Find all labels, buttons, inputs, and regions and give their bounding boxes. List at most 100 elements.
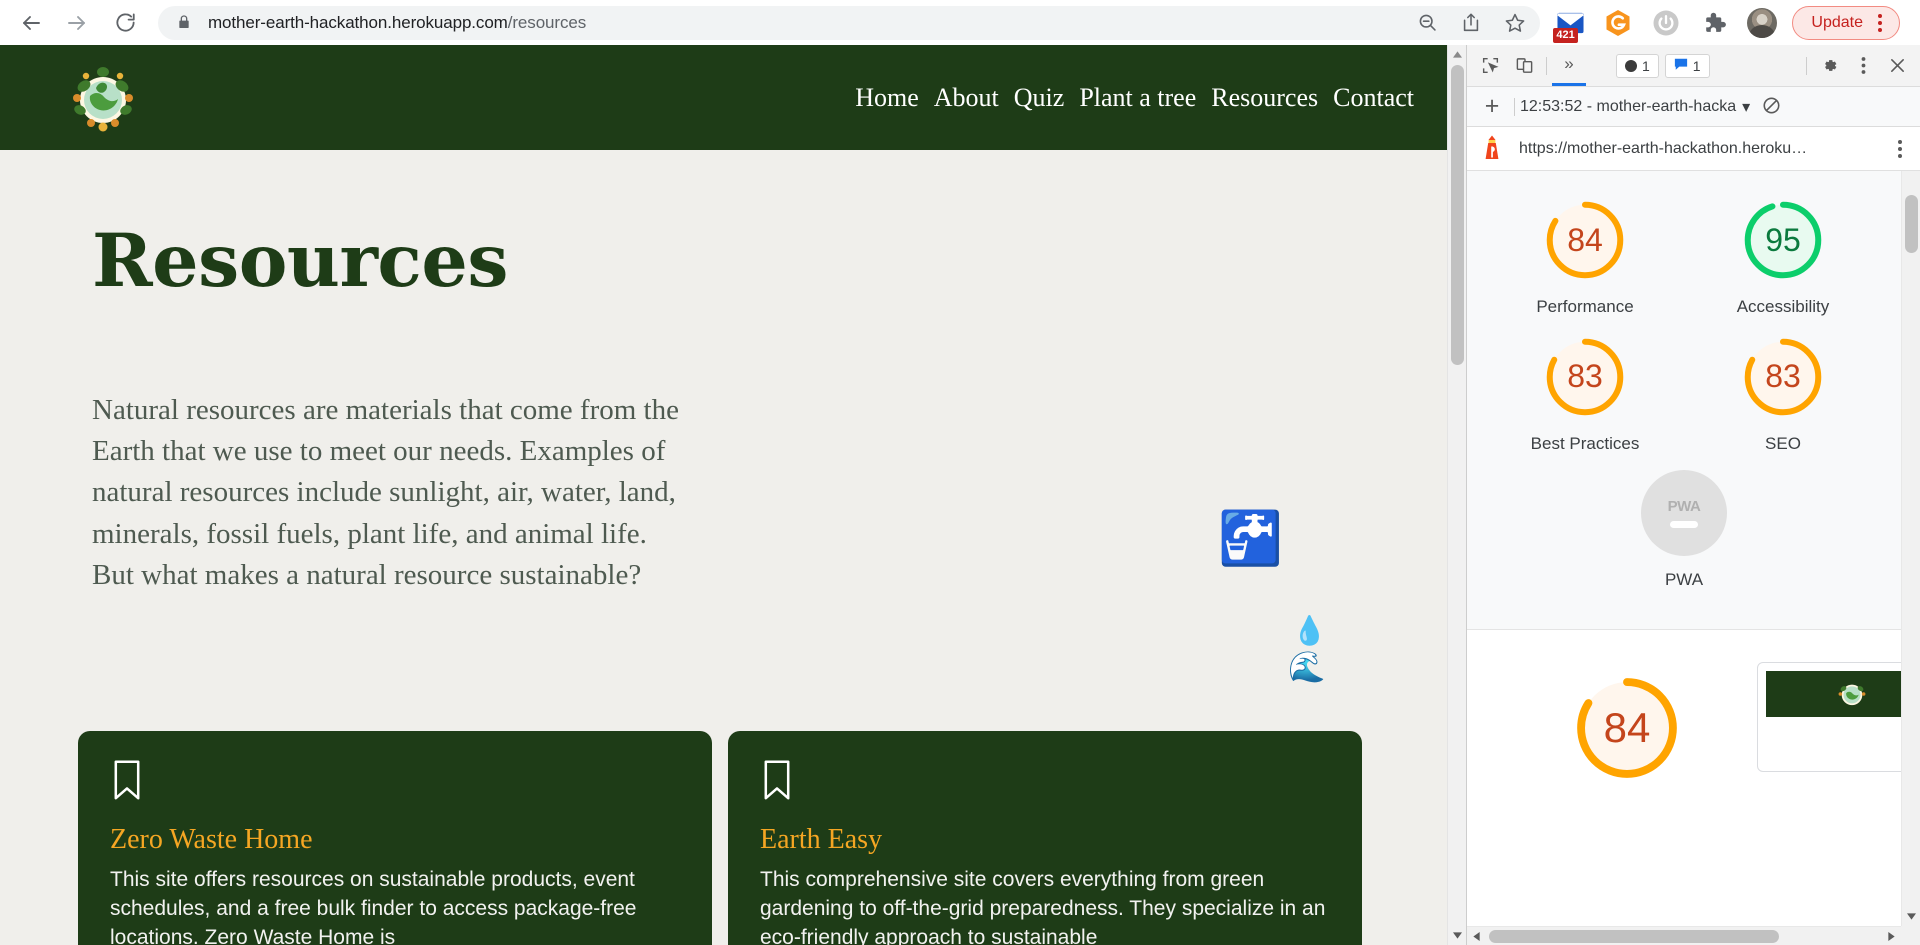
clear-no-entry-icon[interactable]	[1762, 96, 1781, 118]
resource-card-zero-waste-home[interactable]: Zero Waste Home This site offers resourc…	[78, 731, 712, 945]
bookmark-star-icon[interactable]	[1498, 6, 1532, 40]
devtools-toolbar: » 1 1	[1467, 45, 1920, 87]
nav-link-quiz[interactable]: Quiz	[1014, 83, 1065, 113]
page-title: Resources	[92, 218, 508, 304]
lighthouse-hscroll-left-arrow[interactable]	[1467, 927, 1486, 945]
grammarly-icon[interactable]	[1599, 4, 1637, 42]
toolbar-separator	[1806, 56, 1807, 75]
nav-link-plant-a-tree[interactable]: Plant a tree	[1079, 83, 1196, 113]
browser-toolbar: mother-earth-hackathon.herokuapp.com/res…	[0, 0, 1920, 45]
lighthouse-vertical-scrollbar[interactable]	[1901, 171, 1920, 926]
lighthouse-vscroll-thumb[interactable]	[1905, 195, 1918, 253]
update-button-label: Update	[1811, 13, 1863, 31]
gmail-icon[interactable]: 421	[1551, 4, 1589, 43]
resource-card-text: This site offers resources on sustainabl…	[110, 868, 637, 945]
page-scroll-up-arrow[interactable]	[1448, 45, 1466, 64]
message-count-badge[interactable]: 1	[1664, 53, 1710, 78]
gauge-pwa[interactable]: PWA PWA	[1609, 470, 1759, 593]
lighthouse-vscroll-down-arrow[interactable]	[1902, 907, 1920, 926]
close-icon[interactable]	[1880, 49, 1914, 83]
error-count-value: 1	[1642, 57, 1650, 74]
reload-button[interactable]	[104, 2, 146, 44]
resource-card-title: Earth Easy	[760, 824, 883, 855]
intro-paragraph: Natural resources are materials that com…	[92, 394, 679, 591]
inspect-element-icon[interactable]	[1473, 49, 1507, 83]
error-dot-icon	[1625, 59, 1637, 72]
new-report-button[interactable]: +	[1475, 92, 1509, 122]
gauge-performance[interactable]: 84 Performance	[1510, 197, 1660, 320]
page-scroll-down-arrow[interactable]	[1448, 926, 1466, 945]
gauge-label-seo: SEO	[1765, 433, 1801, 453]
screenshot-thumbnail-card[interactable]	[1757, 661, 1901, 772]
lighthouse-horizontal-scrollbar[interactable]	[1467, 926, 1901, 945]
page-viewport: Home About Quiz Plant a tree Resources C…	[0, 45, 1466, 945]
gear-icon[interactable]	[1812, 49, 1846, 83]
gauge-row-2: 83 Best Practices 83 SEO	[1467, 334, 1901, 457]
gauge-value-best-practices: 83	[1567, 358, 1603, 395]
gauge-label-performance: Performance	[1536, 297, 1634, 316]
gmail-unread-badge: 421	[1553, 27, 1578, 43]
screenshot-thumbnail-image	[1766, 670, 1901, 717]
gauge-ring-performance: 84	[1542, 197, 1628, 283]
chrome-menu-icon[interactable]	[1867, 9, 1893, 37]
gauge-best-practices[interactable]: 83 Best Practices	[1510, 334, 1660, 457]
error-count-badge[interactable]: 1	[1616, 53, 1659, 78]
nav-link-about[interactable]: About	[934, 83, 999, 113]
lighthouse-report-bar: + 12:53:52 - mother-earth-hacka ▾	[1467, 87, 1920, 127]
address-bar-url: mother-earth-hackathon.herokuapp.com/res…	[208, 13, 1410, 33]
pwa-badge-text: PWA	[1667, 498, 1701, 516]
lighthouse-icon	[1481, 134, 1503, 163]
lighthouse-hscroll-thumb[interactable]	[1489, 930, 1779, 943]
chevron-down-icon: ▾	[1742, 98, 1751, 116]
lighthouse-detail-section: 84	[1467, 629, 1901, 784]
message-bubble-icon	[1674, 57, 1688, 74]
gauge-seo[interactable]: 83 SEO	[1708, 334, 1858, 457]
gauge-accessibility[interactable]: 95 Accessibility	[1708, 197, 1858, 320]
scrollbar-corner	[1901, 926, 1920, 945]
gauge-value-accessibility: 95	[1765, 221, 1801, 258]
browser-extensions: 421 Update	[1546, 0, 1920, 45]
profile-avatar[interactable]	[1747, 7, 1778, 38]
page-scrollbar[interactable]	[1447, 45, 1466, 945]
page-scrollbar-thumb[interactable]	[1451, 65, 1464, 365]
report-select-label: 12:53:52 - mother-earth-hacka	[1520, 97, 1737, 115]
gauge-label-accessibility: Accessibility	[1736, 297, 1830, 316]
lighthouse-report-body: 84 Performance 95 Accessibility 83 Best …	[1467, 171, 1920, 945]
forward-button[interactable]	[56, 2, 98, 44]
gauge-row-1: 84 Performance 95 Accessibility	[1467, 197, 1901, 320]
resource-card-earth-easy[interactable]: Earth Easy This comprehensive site cover…	[728, 731, 1362, 945]
devtools-more-tabs[interactable]: »	[1552, 46, 1586, 86]
gauge-ring-best-practices: 83	[1542, 334, 1628, 420]
toolbar-separator	[1514, 97, 1515, 116]
url-domain: mother-earth-hackathon.herokuapp.com	[208, 12, 508, 32]
address-bar[interactable]: mother-earth-hackathon.herokuapp.com/res…	[158, 5, 1541, 40]
gauge-row-3: PWA PWA	[1467, 470, 1901, 593]
bookmark-icon	[760, 759, 1328, 806]
gauge-label-best-practices: Best Practices	[1530, 433, 1640, 453]
gauge-ring-seo: 83	[1740, 334, 1826, 420]
nav-link-home[interactable]: Home	[855, 83, 919, 113]
lighthouse-hscroll-right-arrow[interactable]	[1882, 927, 1901, 945]
lighthouse-url-bar: https://mother-earth-hackathon.heroku…	[1467, 127, 1920, 171]
url-menu-icon[interactable]	[1890, 139, 1910, 158]
bookmark-icon	[110, 759, 678, 806]
site-header: Home About Quiz Plant a tree Resources C…	[0, 45, 1466, 150]
toolbar-separator	[1546, 56, 1547, 75]
report-select[interactable]: 12:53:52 - mother-earth-hacka ▾	[1520, 97, 1750, 117]
detail-gauge-performance[interactable]: 84	[1571, 672, 1683, 784]
nav-link-resources[interactable]: Resources	[1211, 83, 1318, 113]
gauge-ring-accessibility: 95	[1740, 197, 1826, 283]
site-logo[interactable]	[60, 60, 146, 136]
update-button[interactable]: Update	[1792, 5, 1900, 40]
zoom-out-icon[interactable]	[1410, 6, 1444, 40]
power-icon[interactable]	[1647, 4, 1685, 42]
back-button[interactable]	[10, 2, 52, 44]
device-toggle-icon[interactable]	[1507, 49, 1541, 83]
nav-link-contact[interactable]: Contact	[1333, 83, 1414, 113]
share-icon[interactable]	[1454, 6, 1488, 40]
lighthouse-score-gauges: 84 Performance 95 Accessibility 83 Best …	[1467, 171, 1901, 630]
gauge-value-performance: 84	[1567, 221, 1603, 258]
puzzle-extensions-icon[interactable]	[1695, 4, 1733, 42]
resource-card-text: This comprehensive site covers everythin…	[760, 868, 1326, 945]
devtools-menu-icon[interactable]	[1846, 49, 1880, 83]
